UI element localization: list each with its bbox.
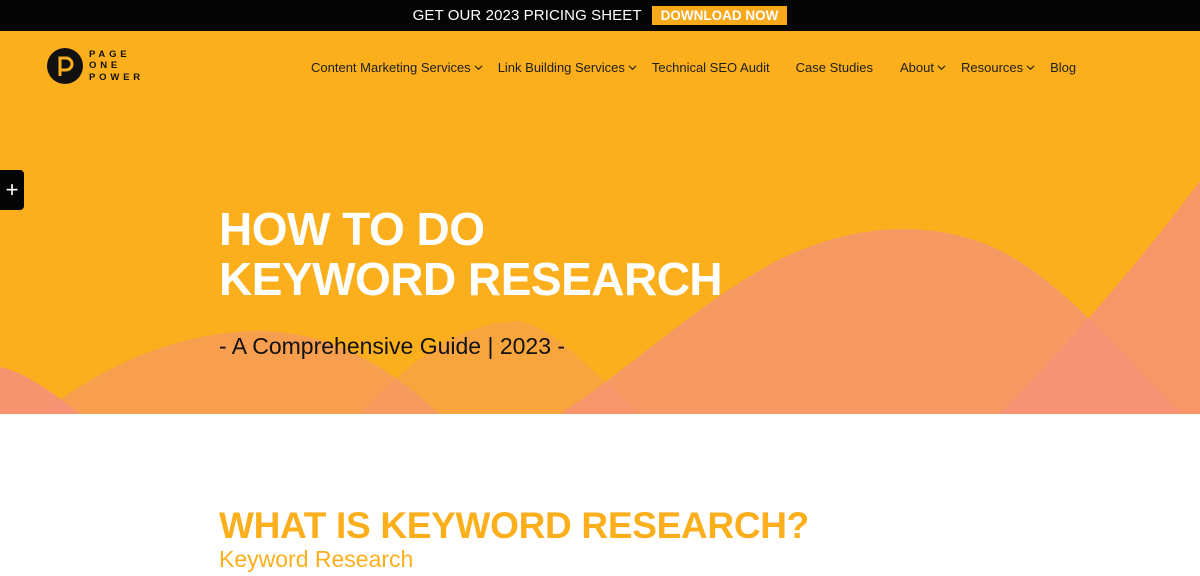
plus-icon: +: [5, 177, 19, 202]
download-now-button[interactable]: DOWNLOAD NOW: [651, 6, 788, 25]
section-heading: WHAT IS KEYWORD RESEARCH?: [219, 505, 809, 546]
nav-item-resources[interactable]: Resources: [961, 60, 1035, 75]
page-one-power-logo[interactable]: PAGE ONE POWER: [47, 48, 144, 84]
chevron-down-icon: [474, 64, 483, 70]
page-subtitle: - A Comprehensive Guide | 2023 -: [219, 333, 566, 359]
chevron-down-icon: [628, 64, 637, 70]
nav-item-content-marketing-services[interactable]: Content Marketing Services: [311, 60, 483, 75]
chevron-down-icon: [1026, 64, 1035, 70]
promo-banner: GET OUR 2023 PRICING SHEET DOWNLOAD NOW: [0, 0, 1200, 31]
logo-wordmark: PAGE ONE POWER: [89, 49, 144, 84]
section-subheading: Keyword Research: [219, 546, 414, 572]
nav-item-label: Content Marketing Services: [311, 59, 471, 75]
nav-item-case-studies[interactable]: Case Studies: [796, 60, 873, 75]
nav-item-label: Technical SEO Audit: [651, 59, 770, 75]
page-title-line: HOW TO DO: [219, 203, 485, 255]
chevron-down-icon: [937, 64, 946, 70]
nav-item-label: Case Studies: [795, 59, 873, 75]
side-panel-toggle-button[interactable]: +: [0, 170, 24, 210]
nav-item-label: About: [900, 59, 934, 75]
hero-section: PAGE ONE POWER Content Marketing Service…: [0, 31, 1200, 414]
nav-item-label: Link Building Services: [497, 59, 625, 75]
logo-line: PAGE: [89, 48, 131, 60]
nav-item-blog[interactable]: Blog: [1050, 60, 1076, 75]
page-title-line: KEYWORD RESEARCH: [219, 253, 723, 305]
main-nav: Content Marketing Services Link Building…: [311, 58, 1076, 76]
nav-item-technical-seo-audit[interactable]: Technical SEO Audit: [652, 60, 770, 75]
logo-line: POWER: [89, 71, 144, 83]
nav-item-label: Blog: [1050, 59, 1077, 75]
nav-item-link-building-services[interactable]: Link Building Services: [498, 60, 637, 75]
nav-item-about[interactable]: About: [900, 60, 946, 75]
page-title: HOW TO DO KEYWORD RESEARCH: [219, 203, 723, 305]
logo-p-icon: [47, 48, 83, 84]
promo-text: GET OUR 2023 PRICING SHEET: [412, 7, 642, 24]
logo-line: ONE: [89, 60, 121, 72]
nav-item-label: Resources: [960, 59, 1024, 75]
